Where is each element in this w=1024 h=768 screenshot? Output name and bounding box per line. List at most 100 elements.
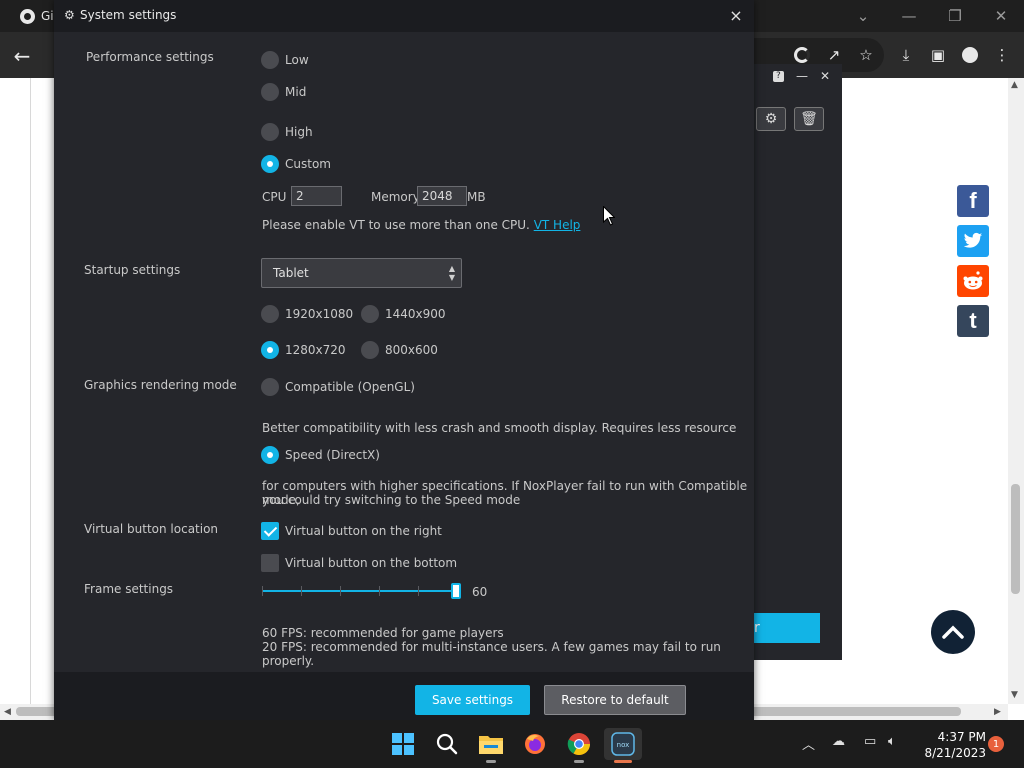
scroll-right-arrow-icon[interactable]: ▶ [994, 707, 1001, 717]
performance-low-label: Low [285, 53, 309, 67]
profile-icon[interactable] [959, 44, 981, 66]
back-arrow-icon[interactable]: ← [10, 44, 34, 68]
nox-settings-gear-icon[interactable]: ⚙ [756, 107, 786, 131]
share-page-icon[interactable]: ↗ [823, 44, 845, 66]
checkbox-checked-icon [261, 522, 279, 540]
github-icon [20, 8, 35, 24]
file-explorer-running-indicator [486, 760, 496, 763]
reddit-share-icon[interactable] [957, 265, 989, 297]
graphics-compatible-radio[interactable]: Compatible (OpenGL) [261, 378, 415, 396]
noxplayer-icon[interactable]: nox [604, 728, 642, 760]
dialog-close-button[interactable]: × [726, 6, 746, 26]
nox-minimize-icon[interactable]: — [796, 69, 808, 83]
performance-mid-label: Mid [285, 85, 307, 99]
radio-icon [261, 305, 279, 323]
graphics-speed-radio[interactable]: Speed (DirectX) [261, 446, 380, 464]
chrome-icon[interactable] [563, 728, 595, 760]
bookmark-star-icon[interactable]: ☆ [855, 44, 877, 66]
nox-main-window [754, 64, 842, 660]
radio-selected-icon [261, 446, 279, 464]
chrome-running-indicator [574, 760, 584, 763]
download-icon[interactable]: ⤓ [895, 44, 917, 66]
nox-help-icon[interactable]: ? [772, 70, 784, 82]
virtual-button-right-label: Virtual button on the right [285, 524, 442, 538]
nox-window-controls: ? — ✕ [754, 64, 842, 88]
page-vertical-scroll-thumb[interactable] [1011, 484, 1020, 594]
scroll-left-arrow-icon[interactable]: ◀ [4, 707, 11, 717]
google-lens-icon[interactable] [791, 44, 813, 66]
startup-mode-select[interactable]: Tablet ▲ ▼ [261, 258, 462, 288]
slider-tick [262, 586, 263, 596]
fps-slider-track[interactable] [262, 590, 456, 592]
scroll-up-arrow-icon[interactable]: ▲ [1011, 80, 1018, 90]
performance-mid-radio[interactable]: Mid [261, 83, 306, 101]
window-close-button[interactable]: ✕ [978, 0, 1024, 32]
tab-search-icon[interactable]: ⌄ [840, 0, 886, 32]
vt-notice-text: Please enable VT to use more than one CP… [262, 218, 530, 232]
browser-tab[interactable]: Gi [0, 0, 60, 32]
nox-close-icon[interactable]: ✕ [820, 69, 830, 83]
search-icon[interactable] [431, 728, 463, 760]
volume-icon[interactable]: 🔈︎ [888, 734, 896, 749]
resolution-1280x720-radio[interactable]: 1280x720 [261, 341, 346, 359]
performance-custom-radio[interactable]: Custom [261, 155, 331, 173]
performance-custom-label: Custom [285, 157, 331, 171]
checkbox-icon [261, 554, 279, 572]
window-restore-button[interactable]: ❐ [932, 0, 978, 32]
nox-trash-icon[interactable]: 🗑 [794, 107, 824, 131]
file-explorer-icon[interactable] [475, 728, 507, 760]
virtual-button-location-label: Virtual button location [84, 522, 219, 536]
performance-low-radio[interactable]: Low [261, 51, 309, 69]
radio-icon [361, 305, 379, 323]
fps-value: 60 [472, 585, 488, 599]
graphics-speed-label: Speed (DirectX) [285, 448, 380, 462]
show-hidden-icons-chevron-icon[interactable]: ︿ [802, 734, 815, 753]
browser-menu-icon[interactable]: ⋮ [991, 44, 1013, 66]
graphics-compatible-label: Compatible (OpenGL) [285, 380, 415, 394]
page-vertical-scrollbar[interactable] [1008, 78, 1024, 704]
onedrive-icon[interactable]: ☁ [832, 734, 845, 749]
vt-help-link[interactable]: VT Help [534, 218, 581, 232]
virtual-button-bottom-label: Virtual button on the bottom [285, 556, 458, 570]
window-minimize-button[interactable]: — [886, 0, 932, 32]
tumblr-share-icon[interactable]: t [957, 305, 989, 337]
network-icon[interactable]: ▭ [864, 734, 876, 749]
select-arrows-icon: ▲ ▼ [448, 264, 455, 282]
performance-high-label: High [285, 125, 313, 139]
scroll-down-arrow-icon[interactable]: ▼ [1011, 690, 1018, 700]
memory-unit: MB [467, 190, 486, 204]
resolution-800x600-label: 800x600 [385, 343, 438, 357]
virtual-button-right-checkbox[interactable]: Virtual button on the right [261, 522, 442, 540]
nox-action-button[interactable]: r [754, 613, 820, 643]
radio-selected-icon [261, 155, 279, 173]
noxplayer-active-indicator [614, 760, 632, 763]
cpu-input[interactable]: 2 [291, 186, 342, 206]
virtual-button-bottom-checkbox[interactable]: Virtual button on the bottom [261, 554, 457, 572]
frame-settings-label: Frame settings [84, 582, 174, 596]
firefox-icon[interactable] [519, 728, 551, 760]
fps-note-20: 20 FPS: recommended for multi-instance u… [262, 640, 721, 668]
radio-selected-icon [261, 341, 279, 359]
performance-high-radio[interactable]: High [261, 123, 313, 141]
radio-icon [361, 341, 379, 359]
startup-mode-value: Tablet [273, 266, 309, 280]
scroll-to-top-button[interactable] [931, 610, 975, 654]
resolution-1920x1080-label: 1920x1080 [285, 307, 354, 321]
side-panel-icon[interactable]: ▣ [927, 44, 949, 66]
twitter-share-icon[interactable] [957, 225, 989, 257]
facebook-share-icon[interactable]: f [957, 185, 989, 217]
graphics-compatible-description: Better compatibility with less crash and… [262, 421, 737, 435]
slider-tick [418, 586, 419, 596]
slider-tick [340, 586, 341, 596]
save-settings-button[interactable]: Save settings [415, 685, 530, 715]
windows-start-icon[interactable] [387, 728, 419, 760]
resolution-1920x1080-radio[interactable]: 1920x1080 [261, 305, 353, 323]
notification-badge[interactable]: 1 [988, 736, 1004, 752]
startup-settings-label: Startup settings [84, 263, 181, 277]
taskbar-clock[interactable]: 4:37 PM 8/21/2023 [914, 729, 986, 761]
fps-slider-thumb[interactable] [451, 583, 461, 599]
memory-input[interactable]: 2048 [417, 186, 467, 206]
restore-default-button[interactable]: Restore to default [544, 685, 686, 715]
resolution-1440x900-radio[interactable]: 1440x900 [361, 305, 446, 323]
resolution-800x600-radio[interactable]: 800x600 [361, 341, 438, 359]
